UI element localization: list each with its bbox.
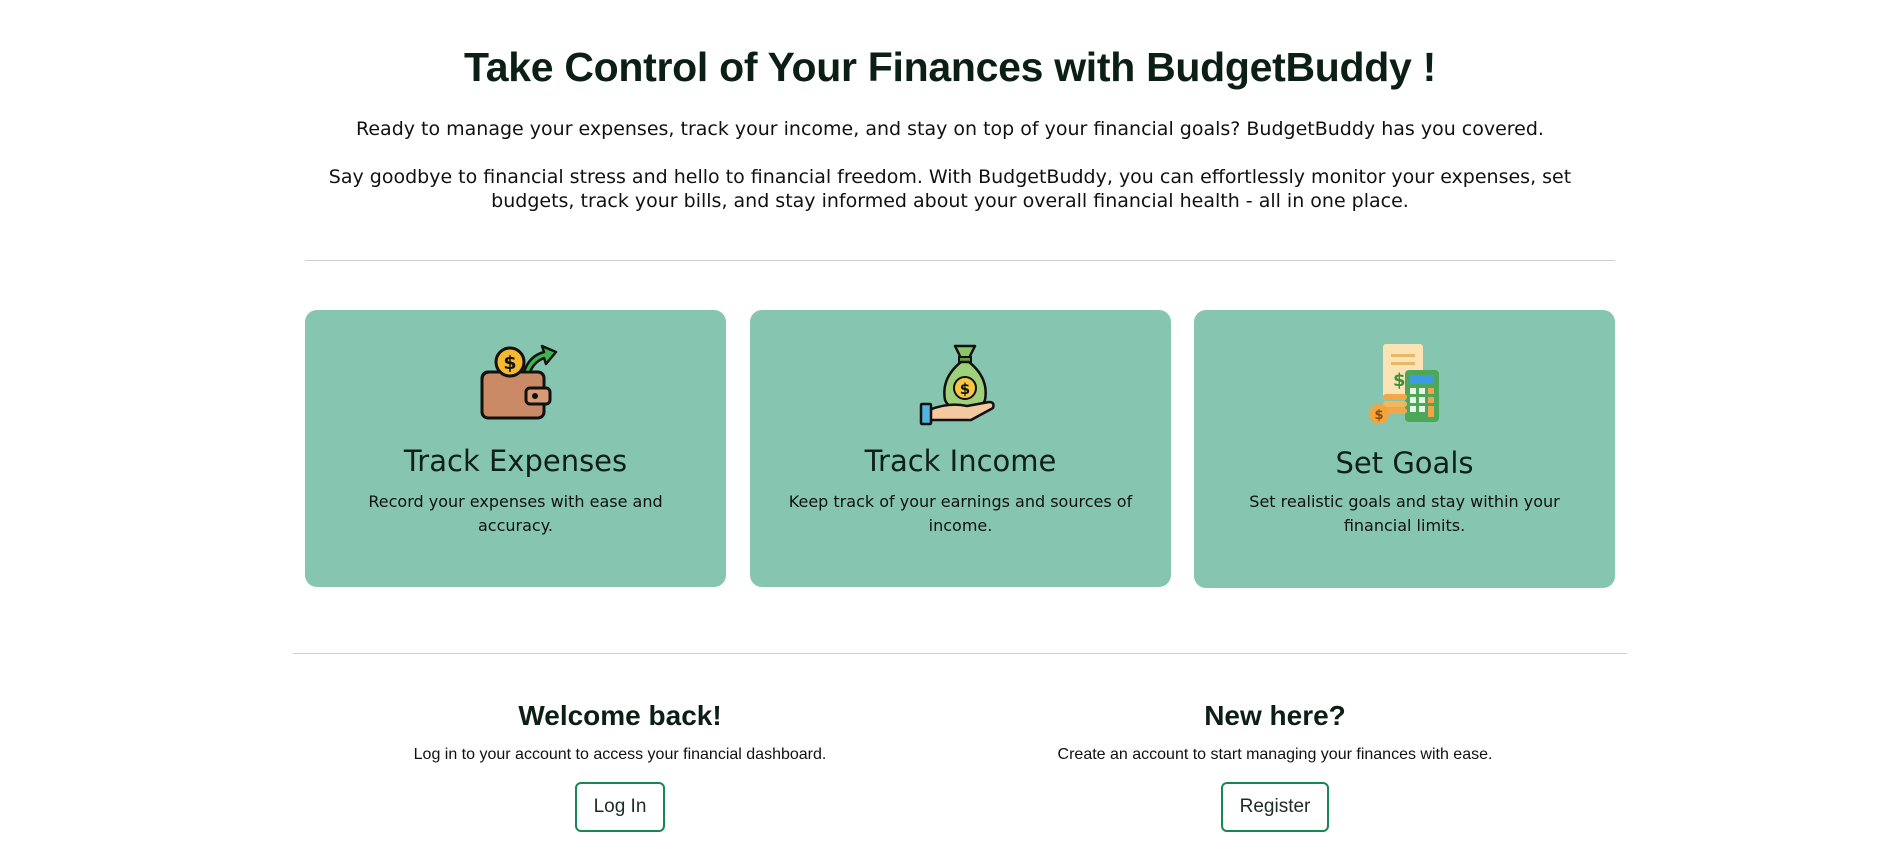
svg-text:$: $ bbox=[503, 352, 516, 374]
top-divider bbox=[305, 260, 1615, 261]
feature-card-track-expenses: $ Track Expenses Record your expenses wi… bbox=[305, 310, 726, 587]
register-heading: New here? bbox=[1204, 700, 1346, 731]
register-section: New here? Create an account to start man… bbox=[975, 700, 1575, 832]
feature-description: Keep track of your earnings and sources … bbox=[788, 492, 1133, 535]
wallet-icon: $ bbox=[474, 342, 558, 426]
hero-body: Say goodbye to financial stress and hell… bbox=[328, 166, 1572, 212]
login-button[interactable]: Log In bbox=[574, 782, 666, 832]
feature-title: Set Goals bbox=[1335, 446, 1474, 480]
calculator-coins-icon: $ $ bbox=[1363, 342, 1447, 426]
feature-description: Set realistic goals and stay within your… bbox=[1249, 492, 1560, 535]
register-button[interactable]: Register bbox=[1220, 782, 1330, 832]
login-text: Log in to your account to access your fi… bbox=[413, 746, 827, 763]
login-heading: Welcome back! bbox=[518, 700, 722, 731]
hero-intro: Ready to manage your expenses, track you… bbox=[356, 118, 1544, 140]
feature-title: Track Expenses bbox=[403, 444, 628, 478]
svg-text:$: $ bbox=[1374, 408, 1383, 423]
feature-title: Track Income bbox=[864, 444, 1057, 478]
login-section: Welcome back! Log in to your account to … bbox=[320, 700, 920, 832]
svg-text:$: $ bbox=[1393, 370, 1406, 391]
page-title: Take Control of Your Finances with Budge… bbox=[464, 44, 1436, 90]
feature-description: Record your expenses with ease and accur… bbox=[368, 492, 663, 535]
bottom-divider bbox=[293, 653, 1627, 654]
feature-card-track-income: $ Track Income Keep track of your earnin… bbox=[750, 310, 1171, 587]
money-bag-hand-icon: $ bbox=[919, 342, 1003, 426]
feature-card-set-goals: $ $ Set Goals Set realistic goals and st… bbox=[1194, 310, 1615, 588]
register-text: Create an account to start managing your… bbox=[1057, 746, 1493, 763]
svg-text:$: $ bbox=[959, 380, 969, 398]
